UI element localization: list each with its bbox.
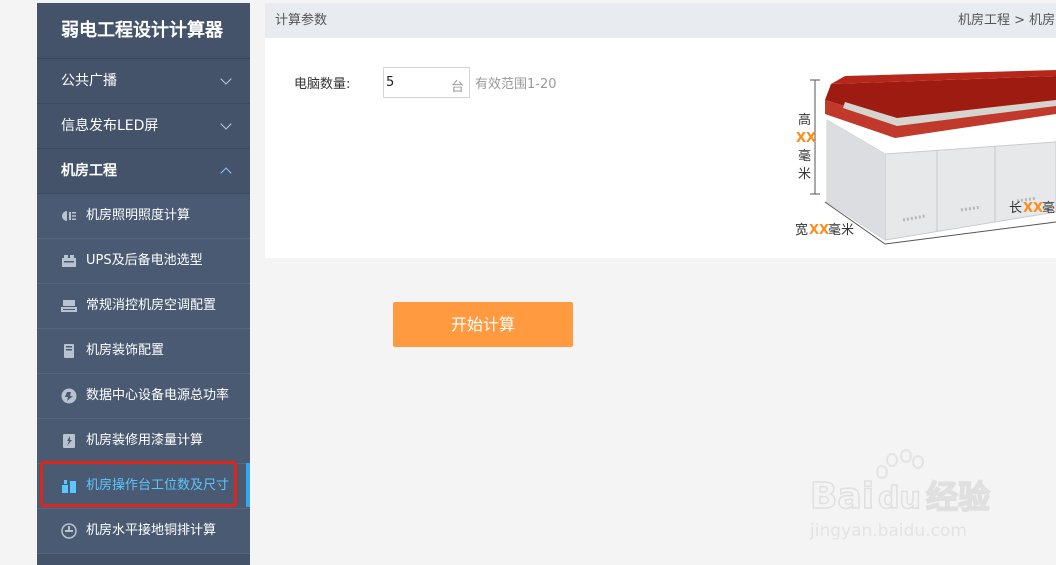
sidebar-item-label: 机房照明照度计算 [86, 208, 191, 223]
sidebar-item-paint[interactable]: 机房装修用漆量计算 [37, 419, 250, 464]
sidebar-item-label: UPS及后备电池选型 [86, 253, 203, 268]
breadcrumb[interactable]: 机房工程 > 机房 [958, 3, 1055, 38]
computer-count-input[interactable]: 5 台 [383, 67, 470, 98]
width-mark: XX [809, 223, 829, 238]
section-title: 计算参数 [275, 13, 328, 28]
sidebar-item-ups[interactable]: UPS及后备电池选型 [37, 239, 250, 284]
sidebar-item-label: 机房装饰配置 [86, 343, 165, 358]
height-label-1: 高 [798, 112, 811, 128]
sidebar-item-label: 机房操作台工位数及尺寸 [86, 478, 230, 493]
sidebar-item-lighting[interactable]: 机房照明照度计算 [37, 194, 250, 239]
watermark-brand-b: du [878, 481, 921, 516]
sidebar-item-console-desk[interactable]: 机房操作台工位数及尺寸 [37, 464, 250, 509]
sidebar-group-label: 机房工程 [61, 163, 117, 179]
sidebar-group-machine-room[interactable]: 机房工程 [37, 149, 250, 194]
app-title: 弱电工程设计计算器 [37, 3, 250, 59]
sidebar-item-label: 机房水平接地铜排计算 [86, 523, 217, 538]
ups-battery-icon [61, 253, 77, 269]
lighting-icon [61, 208, 77, 224]
ground-bar-icon [61, 523, 77, 539]
sidebar-group-public-broadcast[interactable]: 公共广播 [37, 59, 250, 104]
active-item-indicator [246, 463, 250, 507]
height-label-4: 米 [798, 167, 811, 182]
sidebar-group-led-screen[interactable]: 信息发布LED屏 [37, 104, 250, 149]
computer-count-value: 5 [386, 75, 395, 90]
computer-count-label: 电脑数量: [294, 77, 351, 92]
watermark-url: jingyan.baidu.com [809, 521, 967, 541]
length-label-prefix: 长 [1009, 201, 1022, 216]
computer-count-unit: 台 [450, 80, 464, 95]
height-mark: XX [796, 131, 816, 146]
power-icon [61, 388, 77, 404]
decoration-icon [61, 343, 77, 359]
paint-icon [61, 433, 77, 449]
sidebar-item-label: 数据中心设备电源总功率 [86, 388, 230, 403]
chevron-up-icon [220, 167, 232, 179]
length-label-suffix: 毫 [1042, 200, 1055, 216]
width-label-prefix: 宽 [795, 222, 808, 238]
width-label-suffix: 毫米 [828, 222, 854, 238]
sidebar: 弱电工程设计计算器 公共广播 信息发布LED屏 机房工程 机房照明照度计算 UP… [37, 3, 250, 565]
sidebar-group-label: 公共广播 [61, 73, 117, 89]
valid-range-hint: 有效范围1-20 [475, 77, 557, 92]
console-desk-illustration: 高 XX 毫 米 宽 XX 毫米 长 XX 毫 [795, 70, 1056, 245]
sidebar-item-power[interactable]: 数据中心设备电源总功率 [37, 374, 250, 419]
chevron-down-icon [220, 73, 232, 85]
chevron-down-icon [220, 118, 232, 130]
console-desk-icon [61, 478, 77, 494]
computer-count-row: 电脑数量: 5 台 有效范围1-20 [294, 67, 557, 98]
sidebar-group-label: 信息发布LED屏 [61, 118, 159, 134]
sidebar-item-decoration[interactable]: 机房装饰配置 [37, 329, 250, 374]
sidebar-item-label: 机房装修用漆量计算 [86, 433, 204, 448]
sidebar-item-air-conditioning[interactable]: 常规消控机房空调配置 [37, 284, 250, 329]
sidebar-item-label: 常规消控机房空调配置 [86, 298, 217, 313]
length-mark: XX [1023, 201, 1043, 216]
air-conditioner-icon [61, 298, 77, 314]
header-bar: 计算参数 机房工程 > 机房 [265, 3, 1056, 38]
watermark-brand-c: 经验 [926, 478, 990, 516]
watermark-brand-a: Bai [810, 476, 874, 517]
baidu-jingyan-watermark: Bai du 经验 jingyan.baidu.com [809, 449, 991, 541]
sidebar-item-ground-bar[interactable]: 机房水平接地铜排计算 [37, 509, 250, 554]
height-label-3: 毫 [798, 148, 811, 164]
parameter-panel: 电脑数量: 5 台 有效范围1-20 高 XX 毫 米 宽 XX 毫米 长 XX… [265, 38, 1056, 258]
start-calculation-button[interactable]: 开始计算 [393, 302, 573, 347]
submenu-machine-room: 机房照明照度计算 UPS及后备电池选型 常规消控机房空调配置 机房装饰配置 数据… [37, 194, 250, 554]
